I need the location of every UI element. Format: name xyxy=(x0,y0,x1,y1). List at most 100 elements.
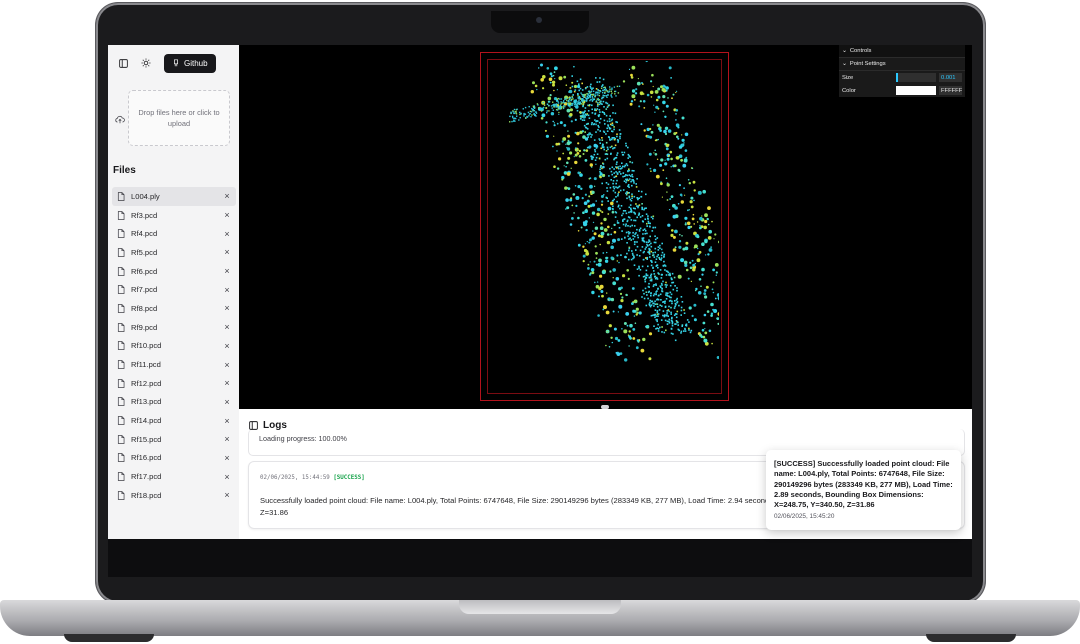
point xyxy=(707,206,711,211)
point xyxy=(602,78,605,81)
file-drop-zone[interactable]: Drop files here or click to upload xyxy=(128,90,230,146)
remove-file-button[interactable]: × xyxy=(222,191,232,201)
color-hex-input[interactable]: FFFFFF xyxy=(939,86,962,95)
remove-file-button[interactable]: × xyxy=(222,210,232,220)
point xyxy=(712,268,715,272)
file-item[interactable]: Rf6.pcd × xyxy=(112,262,236,281)
file-icon xyxy=(117,453,125,463)
point xyxy=(661,326,663,328)
remove-file-button[interactable]: × xyxy=(222,229,232,239)
remove-file-button[interactable]: × xyxy=(222,303,232,313)
point xyxy=(621,151,623,154)
remove-file-button[interactable]: × xyxy=(222,397,232,407)
remove-file-button[interactable]: × xyxy=(222,285,232,295)
file-item[interactable]: Rf4.pcd × xyxy=(112,224,236,243)
point xyxy=(643,275,646,278)
file-item[interactable]: Rf18.pcd × xyxy=(112,486,236,505)
point xyxy=(656,276,658,279)
point xyxy=(606,102,609,105)
point xyxy=(712,281,715,284)
point xyxy=(616,220,619,222)
size-input[interactable]: 0.001 xyxy=(939,73,962,82)
point xyxy=(633,195,636,198)
point xyxy=(519,111,521,114)
point xyxy=(613,172,615,174)
panel-left-icon[interactable] xyxy=(114,54,132,72)
file-item[interactable]: Rf17.pcd × xyxy=(112,467,236,486)
remove-file-button[interactable]: × xyxy=(222,378,232,388)
remove-file-button[interactable]: × xyxy=(222,247,232,257)
remove-file-button[interactable]: × xyxy=(222,453,232,463)
point xyxy=(655,293,657,296)
remove-file-button[interactable]: × xyxy=(222,341,232,351)
controls-header[interactable]: ⌄ Controls xyxy=(839,45,965,58)
point xyxy=(701,328,705,332)
point xyxy=(632,337,636,340)
github-button[interactable]: Github xyxy=(164,53,216,73)
file-item[interactable]: Rf5.pcd × xyxy=(112,243,236,262)
remove-file-button[interactable]: × xyxy=(222,416,232,426)
point xyxy=(598,92,601,94)
point xyxy=(714,263,719,267)
file-item[interactable]: Rf3.pcd × xyxy=(112,206,236,225)
remove-file-button[interactable]: × xyxy=(222,472,232,482)
point xyxy=(638,311,642,315)
point xyxy=(574,147,577,149)
point xyxy=(574,185,577,187)
remove-file-button[interactable]: × xyxy=(222,266,232,276)
remove-file-button[interactable]: × xyxy=(222,490,232,500)
point xyxy=(591,211,596,215)
point-settings-header[interactable]: ⌄ Point Settings xyxy=(839,58,965,71)
point xyxy=(612,310,615,313)
file-item[interactable]: Rf14.pcd × xyxy=(112,411,236,430)
point xyxy=(664,269,666,271)
logs-title: Logs xyxy=(263,420,287,431)
point xyxy=(601,294,604,298)
point xyxy=(578,155,582,158)
point xyxy=(582,245,585,248)
size-slider[interactable] xyxy=(896,73,936,82)
file-item[interactable]: Rf10.pcd × xyxy=(112,337,236,356)
point xyxy=(680,330,683,333)
point xyxy=(581,98,583,100)
point xyxy=(701,273,704,276)
color-swatch[interactable] xyxy=(896,86,936,95)
point xyxy=(624,358,628,362)
point xyxy=(643,107,646,109)
remove-file-button[interactable]: × xyxy=(222,322,232,332)
point xyxy=(641,215,644,217)
file-item[interactable]: Rf8.pcd × xyxy=(112,299,236,318)
remove-file-button[interactable]: × xyxy=(222,360,232,370)
point xyxy=(627,235,629,237)
point xyxy=(601,111,604,113)
file-item[interactable]: L004.ply × xyxy=(112,187,236,206)
point xyxy=(584,99,586,101)
file-item[interactable]: Rf16.pcd × xyxy=(112,449,236,468)
file-item[interactable]: Rf13.pcd × xyxy=(112,393,236,412)
file-item[interactable]: Rf7.pcd × xyxy=(112,280,236,299)
point xyxy=(670,233,674,237)
point xyxy=(648,247,650,250)
point xyxy=(672,333,674,335)
point xyxy=(605,114,608,117)
file-item[interactable]: Rf11.pcd × xyxy=(112,355,236,374)
point-cloud-viewer[interactable]: ⌄ Controls ⌄ Point Settings Size 0.001 C… xyxy=(239,45,972,409)
point xyxy=(674,323,676,325)
github-icon xyxy=(174,59,178,67)
point xyxy=(599,175,602,179)
laptop-foot-left xyxy=(64,634,154,642)
sun-icon[interactable] xyxy=(137,54,155,72)
success-toast[interactable]: [SUCCESS] Successfully loaded point clou… xyxy=(766,450,961,530)
point xyxy=(577,93,579,95)
remove-file-button[interactable]: × xyxy=(222,434,232,444)
file-item[interactable]: Rf12.pcd × xyxy=(112,374,236,393)
point xyxy=(656,310,659,312)
point xyxy=(546,67,550,70)
point xyxy=(587,122,589,125)
point xyxy=(642,93,645,95)
point xyxy=(630,73,633,77)
point xyxy=(636,254,638,256)
file-item[interactable]: Rf15.pcd × xyxy=(112,430,236,449)
point xyxy=(666,294,668,296)
file-item[interactable]: Rf9.pcd × xyxy=(112,318,236,337)
